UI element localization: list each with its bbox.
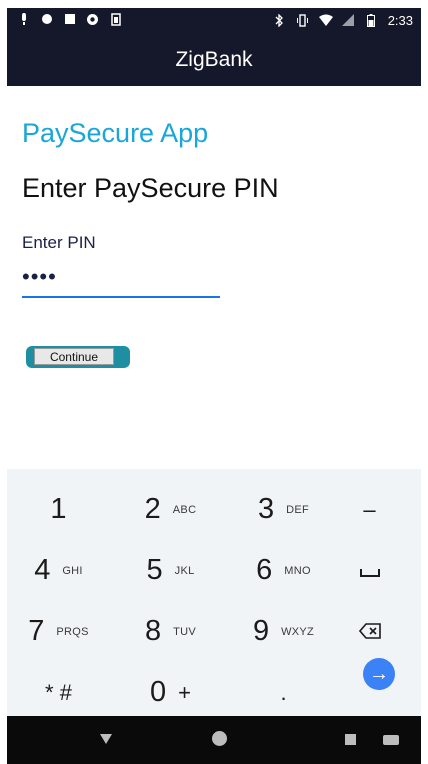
key-dash[interactable]: – [318, 479, 421, 540]
enter-key[interactable]: → [363, 658, 395, 690]
key-star-hash[interactable]: * # [7, 662, 110, 723]
arrow-right-icon: → [369, 662, 389, 685]
status-bar: 2:33 [7, 8, 421, 34]
navigation-bar [7, 716, 421, 764]
app-title: PaySecure App [22, 118, 209, 148]
keyboard-icon[interactable] [383, 735, 399, 745]
screen: 2:33 ZigBank PaySecure App Enter PaySecu… [0, 0, 428, 764]
mic-icon [17, 13, 30, 26]
pin-input-value: •••• [22, 264, 57, 289]
key-dot[interactable]: . [232, 662, 335, 723]
numeric-keypad: 1 2 ABC 3 DEF – 4 GHI 5 JKL 6 MNO 7 PRQS… [7, 469, 421, 716]
key-0[interactable]: 0 + [119, 662, 222, 723]
key-1[interactable]: 1 [7, 479, 110, 540]
back-icon[interactable] [100, 734, 112, 744]
app-bar: ZigBank [7, 34, 421, 86]
battery-saver-icon [109, 13, 122, 26]
status-time: 2:33 [387, 13, 413, 28]
pin-input[interactable]: •••• [22, 266, 220, 298]
status-right-icons: 2:33 [273, 13, 413, 28]
vibrate-icon [296, 14, 309, 27]
recent-apps-icon[interactable] [345, 734, 356, 745]
key-2[interactable]: 2 ABC [119, 479, 222, 540]
key-7[interactable]: 7 PRQS [7, 601, 110, 662]
signal-icon [342, 14, 355, 27]
image-icon [63, 13, 76, 26]
wifi-icon [318, 14, 333, 27]
circle-icon [40, 13, 53, 26]
key-5[interactable]: 5 JKL [119, 540, 222, 601]
home-icon[interactable] [212, 731, 227, 746]
continue-button[interactable]: Continue [34, 348, 114, 365]
key-space[interactable] [318, 540, 421, 601]
key-backspace[interactable] [318, 601, 421, 662]
key-8[interactable]: 8 TUV [119, 601, 222, 662]
pin-label: Enter PIN [22, 233, 96, 252]
app-bar-title: ZigBank [175, 48, 253, 71]
space-icon [359, 558, 380, 584]
settings-icon [86, 13, 99, 26]
key-4[interactable]: 4 GHI [7, 540, 110, 601]
continue-button-frame: Continue [26, 346, 130, 368]
battery-icon [365, 14, 378, 27]
page-heading: Enter PaySecure PIN [22, 173, 279, 203]
backspace-icon [358, 619, 381, 645]
bluetooth-icon [273, 13, 286, 28]
status-left-icons [17, 13, 122, 26]
